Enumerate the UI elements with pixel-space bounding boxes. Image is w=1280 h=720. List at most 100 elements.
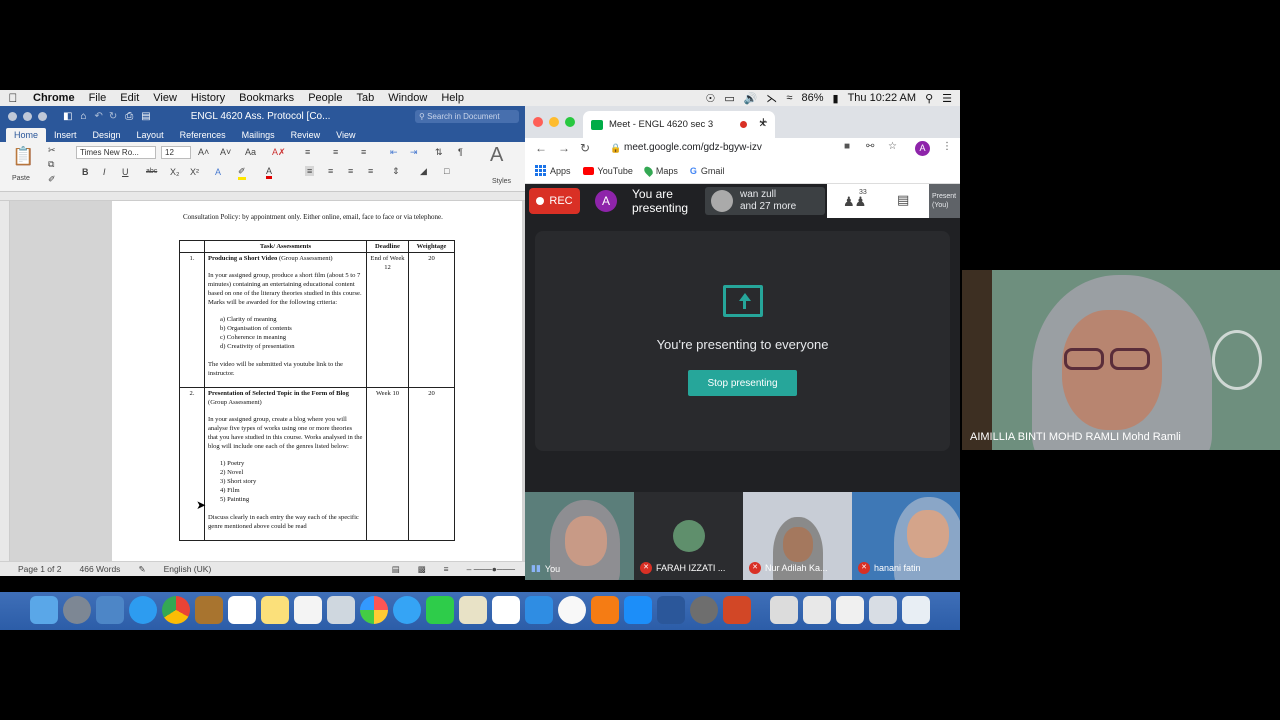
launchpad-icon[interactable] — [63, 596, 91, 624]
show-formatting-icon[interactable]: ¶ — [458, 147, 463, 157]
camera-permission-icon[interactable]: ■ — [844, 141, 850, 152]
people-icon[interactable]: ♟♟ — [843, 194, 866, 210]
menu-edit[interactable]: Edit — [113, 92, 146, 104]
bookmark-apps[interactable]: Apps — [535, 165, 571, 176]
minimize-window-icon[interactable] — [549, 117, 559, 127]
battery-icon[interactable]: ▮ — [833, 92, 839, 105]
stickies-icon[interactable] — [261, 596, 289, 624]
messages-icon[interactable] — [393, 596, 421, 624]
numbers-icon[interactable] — [492, 596, 520, 624]
font-name-select[interactable]: Times New Ro... — [76, 146, 156, 159]
participant-tile[interactable]: ✕ Nur Adilah Ka... — [743, 492, 852, 580]
zoom-slider[interactable]: – ───●─── — [467, 564, 515, 574]
language-indicator[interactable]: English (UK) — [164, 564, 212, 574]
preview-icon[interactable] — [96, 596, 124, 624]
finder-icon[interactable] — [30, 596, 58, 624]
close-window-icon[interactable] — [533, 117, 543, 127]
participant-tile[interactable]: ✕ FARAH IZZATI ... — [634, 492, 743, 580]
grow-font-icon[interactable]: A˄ — [198, 147, 209, 157]
zoom-window-icon[interactable] — [565, 117, 575, 127]
menu-bookmarks[interactable]: Bookmarks — [232, 92, 301, 104]
music-icon[interactable] — [558, 596, 586, 624]
word-count[interactable]: 466 Words — [79, 564, 120, 574]
forward-icon[interactable]: → — [558, 141, 570, 155]
paste-icon[interactable]: 📋 — [12, 146, 34, 167]
tab-mailings[interactable]: Mailings — [234, 128, 283, 142]
styles-icon[interactable]: A — [490, 144, 503, 167]
keynote-icon[interactable] — [525, 596, 553, 624]
notes-book-icon[interactable] — [195, 596, 223, 624]
paste-label[interactable]: Paste — [12, 175, 30, 182]
notification-center-icon[interactable]: ☰ — [942, 92, 952, 105]
lock-icon[interactable]: 🔒 — [610, 140, 621, 156]
document-page[interactable]: Consultation Policy: by appointment only… — [112, 201, 522, 561]
sidebar-icon[interactable]: ◧ — [63, 111, 72, 122]
text-effects-icon[interactable]: A — [215, 167, 221, 177]
chat-icon[interactable]: ▤ — [897, 192, 909, 208]
books-icon[interactable] — [591, 596, 619, 624]
participant-tile[interactable]: ✕ hanani fatin — [852, 492, 960, 580]
redo-icon[interactable]: ↻ — [109, 111, 117, 122]
highlight-icon[interactable]: ✐ — [238, 166, 246, 180]
bluetooth-icon[interactable]: ⋋ — [766, 92, 777, 105]
vertical-ruler[interactable] — [0, 201, 10, 561]
menu-window[interactable]: Window — [381, 92, 434, 104]
menu-view[interactable]: View — [146, 92, 184, 104]
font-size-select[interactable]: 12 — [161, 146, 191, 159]
back-icon[interactable]: ← — [535, 141, 547, 155]
reload-icon[interactable]: ↻ — [580, 141, 590, 155]
tab-references[interactable]: References — [172, 128, 234, 142]
tab-design[interactable]: Design — [85, 128, 129, 142]
zoom-window-icon[interactable] — [38, 111, 47, 121]
image-capture-icon[interactable] — [327, 596, 355, 624]
tab-insert[interactable]: Insert — [46, 128, 85, 142]
bookmark-gmail[interactable]: G Gmail — [690, 166, 725, 176]
textedit-icon[interactable] — [459, 596, 487, 624]
tab-review[interactable]: Review — [283, 128, 329, 142]
recent-file-icon[interactable] — [869, 596, 897, 624]
document-stack-icon[interactable] — [836, 596, 864, 624]
reminders-icon[interactable] — [294, 596, 322, 624]
minimize-window-icon[interactable] — [23, 111, 32, 121]
bookmark-youtube[interactable]: YouTube — [582, 166, 633, 176]
system-preferences-icon[interactable] — [690, 596, 718, 624]
italic-icon[interactable]: I — [103, 167, 106, 177]
subscript-icon[interactable]: X₂ — [170, 167, 180, 177]
document-stack-icon[interactable] — [803, 596, 831, 624]
key-icon[interactable]: ⚯ — [866, 141, 874, 152]
tab-home[interactable]: Home — [6, 128, 47, 142]
app-store-icon[interactable] — [624, 596, 652, 624]
bullets-icon[interactable]: ≡ — [305, 147, 310, 157]
shading-icon[interactable]: ◢ — [420, 166, 427, 177]
new-tab-icon[interactable]: + — [759, 114, 768, 131]
menu-app-name[interactable]: Chrome — [26, 92, 82, 104]
chrome-icon[interactable] — [162, 596, 190, 624]
word-app-icon[interactable] — [657, 596, 685, 624]
borders-icon[interactable]: □ — [444, 166, 449, 176]
safari-icon[interactable] — [129, 596, 157, 624]
clear-formatting-icon[interactable]: A✗ — [272, 147, 286, 158]
search-document-input[interactable]: ⚲ Search in Document — [415, 109, 519, 123]
powerpoint-icon[interactable] — [723, 596, 751, 624]
volume-icon[interactable]: 🔊 — [744, 92, 758, 105]
facetime-icon[interactable] — [426, 596, 454, 624]
menu-history[interactable]: History — [184, 92, 232, 104]
save-icon[interactable]: ▤ — [141, 111, 150, 122]
multilevel-list-icon[interactable]: ≡ — [361, 147, 366, 157]
outline-view-icon[interactable]: ≡ — [444, 564, 449, 574]
change-case-icon[interactable]: Aa — [245, 147, 256, 157]
close-window-icon[interactable] — [8, 111, 17, 121]
wifi-icon[interactable]: ≈ — [786, 92, 792, 104]
align-left-icon[interactable]: ≡ — [305, 166, 315, 176]
increase-indent-icon[interactable]: ⇥ — [410, 147, 418, 158]
stop-presenting-button[interactable]: Stop presenting — [688, 370, 797, 396]
tab-layout[interactable]: Layout — [129, 128, 172, 142]
underline-icon[interactable]: U — [122, 167, 129, 177]
strikethrough-icon[interactable]: abc — [146, 168, 157, 175]
profile-avatar[interactable]: A — [915, 141, 930, 156]
airplay-icon[interactable]: ▭ — [724, 92, 734, 105]
downloads-folder-icon[interactable] — [770, 596, 798, 624]
page-count[interactable]: Page 1 of 2 — [18, 564, 61, 574]
justify-icon[interactable]: ≡ — [368, 166, 373, 176]
bookmark-star-icon[interactable]: ☆ — [888, 141, 897, 152]
